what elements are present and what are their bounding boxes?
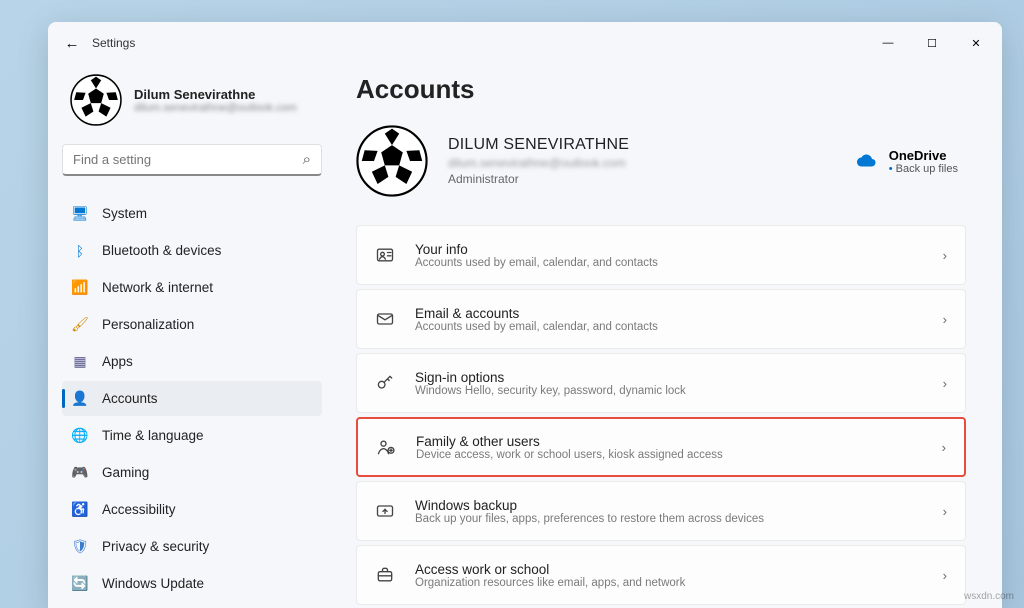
people-add-icon <box>376 437 396 457</box>
avatar-large <box>356 125 428 197</box>
sidebar-item-accounts[interactable]: 👤 Accounts <box>62 381 322 416</box>
mail-icon <box>375 309 395 329</box>
card-title: Access work or school <box>415 562 923 577</box>
card-sign-in-options[interactable]: Sign-in options Windows Hello, security … <box>356 353 966 413</box>
sidebar-item-label: System <box>102 206 147 221</box>
settings-window: ← Settings — ☐ ✕ <box>48 22 1002 608</box>
card-title: Sign-in options <box>415 370 923 385</box>
card-title: Your info <box>415 242 923 257</box>
sidebar-item-apps[interactable]: ▦ Apps <box>62 344 322 379</box>
soccer-icon <box>356 125 428 197</box>
card-title: Windows backup <box>415 498 923 513</box>
sidebar-item-label: Bluetooth & devices <box>102 243 221 258</box>
sidebar-item-accessibility[interactable]: ♿ Accessibility <box>62 492 322 527</box>
sidebar-item-label: Gaming <box>102 465 149 480</box>
nav-icon: 📶 <box>72 280 88 296</box>
onedrive-title: OneDrive <box>889 148 958 163</box>
profile-name: Dilum Senevirathne <box>134 87 297 102</box>
nav-list: 🖥 System ᛒ Bluetooth & devices 📶 Network & in… <box>62 196 322 601</box>
card-family-other-users[interactable]: Family & other users Device access, work… <box>356 417 966 477</box>
key-icon <box>375 373 395 393</box>
sidebar-item-label: Network & internet <box>102 280 213 295</box>
profile-email: dilum.senevirathne@outlook.com <box>134 102 297 114</box>
card-access-work-school[interactable]: Access work or school Organization resou… <box>356 545 966 605</box>
hero-role: Administrator <box>448 172 629 186</box>
maximize-button[interactable]: ☐ <box>910 27 954 59</box>
profile-block[interactable]: Dilum Senevirathne dilum.senevirathne@ou… <box>62 64 322 144</box>
briefcase-icon <box>375 565 395 585</box>
sidebar-item-label: Personalization <box>102 317 194 332</box>
search-input[interactable] <box>73 152 303 167</box>
back-button[interactable]: ← <box>52 22 92 64</box>
nav-icon: 🛡 <box>72 539 88 555</box>
chevron-right-icon: › <box>942 440 946 455</box>
hero-name: DILUM SENEVIRATHNE <box>448 136 629 154</box>
search-icon: ⌕ <box>303 151 311 168</box>
sidebar-item-label: Privacy & security <box>102 539 209 554</box>
nav-icon: 🎮 <box>72 465 88 481</box>
chevron-right-icon: › <box>943 568 947 583</box>
sidebar-item-bluetooth-devices[interactable]: ᛒ Bluetooth & devices <box>62 233 322 268</box>
nav-icon: 🔄 <box>72 576 88 592</box>
cloud-icon <box>853 152 877 170</box>
card-title: Email & accounts <box>415 306 923 321</box>
onedrive-sub: Back up files <box>889 163 958 175</box>
hero-text: DILUM SENEVIRATHNE dilum.senevirathne@ou… <box>448 136 629 186</box>
sidebar-item-network-internet[interactable]: 📶 Network & internet <box>62 270 322 305</box>
close-button[interactable]: ✕ <box>954 27 998 59</box>
avatar <box>70 74 122 126</box>
page-title: Accounts <box>356 74 966 105</box>
content-pane: Accounts DILUM SENEVIRATHNE dilu <box>336 64 1002 608</box>
card-sub: Device access, work or school users, kio… <box>416 449 922 461</box>
sidebar-item-label: Accounts <box>102 391 158 406</box>
titlebar: ← Settings — ☐ ✕ <box>48 22 1002 64</box>
card-sub: Windows Hello, security key, password, d… <box>415 385 923 397</box>
card-your-info[interactable]: Your info Accounts used by email, calend… <box>356 225 966 285</box>
chevron-right-icon: › <box>943 248 947 263</box>
sidebar-item-system[interactable]: 🖥 System <box>62 196 322 231</box>
nav-icon: 🌐 <box>72 428 88 444</box>
account-hero: DILUM SENEVIRATHNE dilum.senevirathne@ou… <box>356 125 966 197</box>
watermark: wsxdn.com <box>964 591 1014 602</box>
sidebar: Dilum Senevirathne dilum.senevirathne@ou… <box>48 64 336 608</box>
minimize-button[interactable]: — <box>866 27 910 59</box>
onedrive-tile[interactable]: OneDrive Back up files <box>853 148 966 175</box>
card-title: Family & other users <box>416 434 922 449</box>
card-windows-backup[interactable]: Windows backup Back up your files, apps,… <box>356 481 966 541</box>
card-sub: Accounts used by email, calendar, and co… <box>415 257 923 269</box>
settings-cards: Your info Accounts used by email, calend… <box>356 225 966 605</box>
person-card-icon <box>375 245 395 265</box>
window-title: Settings <box>92 36 135 50</box>
window-controls: — ☐ ✕ <box>866 27 998 59</box>
sidebar-item-gaming[interactable]: 🎮 Gaming <box>62 455 322 490</box>
sidebar-item-privacy-security[interactable]: 🛡 Privacy & security <box>62 529 322 564</box>
backup-icon <box>375 501 395 521</box>
sidebar-item-time-language[interactable]: 🌐 Time & language <box>62 418 322 453</box>
sidebar-item-label: Time & language <box>102 428 204 443</box>
sidebar-item-label: Accessibility <box>102 502 176 517</box>
chevron-right-icon: › <box>943 312 947 327</box>
sidebar-item-label: Windows Update <box>102 576 204 591</box>
nav-icon: ᛒ <box>72 243 88 259</box>
nav-icon: 👤 <box>72 391 88 407</box>
chevron-right-icon: › <box>943 376 947 391</box>
chevron-right-icon: › <box>943 504 947 519</box>
card-sub: Organization resources like email, apps,… <box>415 577 923 589</box>
sidebar-item-personalization[interactable]: 🖌 Personalization <box>62 307 322 342</box>
hero-email: dilum.senevirathne@outlook.com <box>448 156 629 170</box>
card-email-accounts[interactable]: Email & accounts Accounts used by email,… <box>356 289 966 349</box>
nav-icon: 🖌 <box>72 317 88 333</box>
main-body: Dilum Senevirathne dilum.senevirathne@ou… <box>48 64 1002 608</box>
sidebar-item-windows-update[interactable]: 🔄 Windows Update <box>62 566 322 601</box>
sidebar-item-label: Apps <box>102 354 133 369</box>
soccer-icon <box>70 74 122 126</box>
nav-icon: ♿ <box>72 502 88 518</box>
card-sub: Accounts used by email, calendar, and co… <box>415 321 923 333</box>
search-box[interactable]: ⌕ <box>62 144 322 176</box>
card-sub: Back up your files, apps, preferences to… <box>415 513 923 525</box>
nav-icon: ▦ <box>72 354 88 370</box>
nav-icon: 🖥 <box>72 206 88 222</box>
